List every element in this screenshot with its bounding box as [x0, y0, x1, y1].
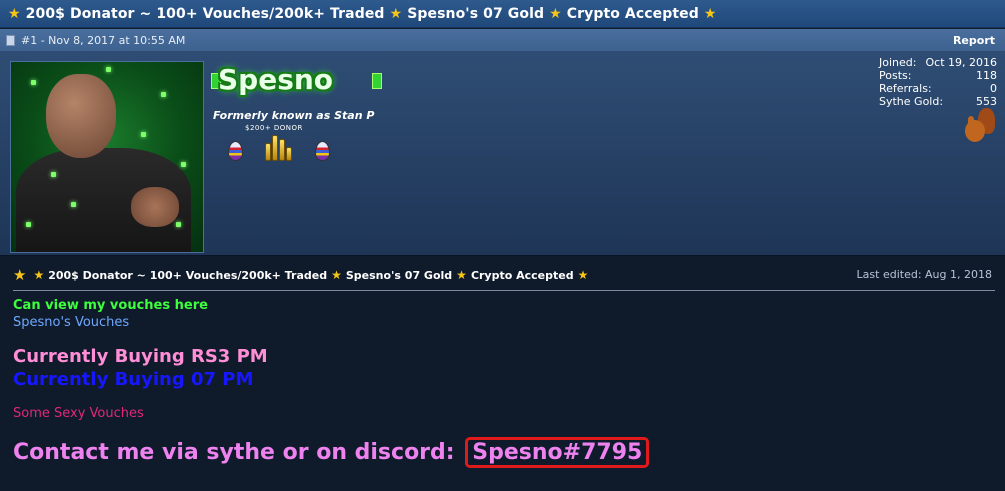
- star-icon: ★: [8, 5, 21, 22]
- gold-coins-icon: [263, 133, 295, 161]
- star-icon: ★: [331, 268, 342, 282]
- sparkle-icon: [71, 202, 76, 207]
- user-badges: [228, 133, 330, 161]
- username[interactable]: Spesno: [218, 63, 333, 96]
- post-headline: ★ ★ 200$ Donator ~ 100+ Vouches/200k+ Tr…: [13, 266, 589, 284]
- user-info-panel: Spesno Formerly known as Stan P $200+ DO…: [0, 51, 1005, 256]
- user-stats: Joined: Oct 19, 2016 Posts: 118 Referrals:…: [879, 56, 997, 108]
- avatar-hand: [131, 187, 179, 227]
- sparkle-icon: [106, 67, 111, 72]
- avatar[interactable]: [10, 61, 204, 253]
- stat-posts: Posts: 118: [879, 69, 997, 82]
- sparkle-icon: [161, 92, 166, 97]
- sparkle-icon: [141, 132, 146, 137]
- easter-egg-icon: [228, 141, 243, 161]
- vouches-intro: Can view my vouches here: [13, 298, 208, 313]
- star-icon: ★: [549, 5, 562, 22]
- vouches-link[interactable]: Spesno's Vouches: [13, 315, 129, 330]
- discord-handle: Spesno#7795: [465, 437, 650, 468]
- post-icon: [6, 34, 15, 46]
- sparkle-icon: [51, 172, 56, 177]
- sparkle-icon: [176, 222, 181, 227]
- sparkle-icon: [181, 162, 186, 167]
- thread-title: ★ 200$ Donator ~ 100+ Vouches/200k+ Trad…: [8, 5, 717, 22]
- star-icon: ★: [456, 268, 467, 282]
- avatar-head: [46, 74, 116, 158]
- contact-line: Contact me via sythe or on discord: Spes…: [13, 437, 650, 468]
- post-content: ★ ★ 200$ Donator ~ 100+ Vouches/200k+ Tr…: [0, 256, 1005, 491]
- easter-egg-icon: [315, 141, 330, 161]
- post-permalink[interactable]: #1 - Nov 8, 2017 at 10:55 AM: [21, 34, 185, 47]
- squirrel-icon: [963, 108, 995, 142]
- star-icon: ★: [389, 5, 403, 22]
- username-decoration: [372, 73, 382, 89]
- donor-rank: $200+ DONOR: [245, 124, 303, 132]
- sexy-vouches-link[interactable]: Some Sexy Vouches: [13, 406, 144, 421]
- sparkle-icon: [26, 222, 31, 227]
- post-header: #1 - Nov 8, 2017 at 10:55 AM Report: [0, 29, 1005, 51]
- star-icon: ★: [33, 268, 45, 282]
- buying-07: Currently Buying 07 PM: [13, 369, 254, 390]
- star-icon: ★: [577, 268, 589, 282]
- user-title: Formerly known as Stan P: [213, 109, 375, 122]
- thread-title-bar: ★ 200$ Donator ~ 100+ Vouches/200k+ Trad…: [0, 0, 1005, 28]
- stat-joined: Joined: Oct 19, 2016: [879, 56, 997, 69]
- stat-sythe-gold: Sythe Gold: 553: [879, 95, 997, 108]
- star-icon: ★: [703, 5, 717, 22]
- last-edited: Last edited: Aug 1, 2018: [856, 268, 992, 281]
- stat-referrals: Referrals: 0: [879, 82, 997, 95]
- star-icon: ★: [13, 266, 27, 284]
- divider: [13, 290, 995, 291]
- buying-rs3: Currently Buying RS3 PM: [13, 346, 268, 367]
- sparkle-icon: [31, 80, 36, 85]
- report-link[interactable]: Report: [953, 34, 995, 47]
